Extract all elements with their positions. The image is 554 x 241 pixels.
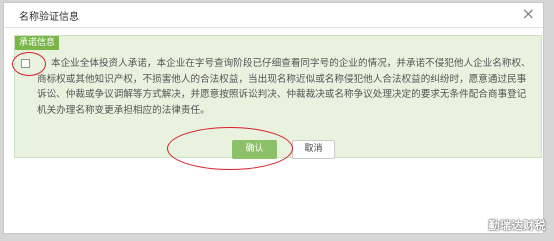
close-icon[interactable]: ×	[522, 5, 535, 23]
commitment-text: 本企业全体投资人承诺，本企业在字号查询阶段已仔细查看同字号的企业的情况，并承诺不…	[37, 58, 531, 116]
confirm-button[interactable]: 确认	[232, 140, 277, 159]
cancel-button[interactable]: 取消	[292, 140, 335, 159]
watermark-logo-icon	[472, 218, 486, 231]
dialog-title: 名称验证信息	[19, 12, 79, 23]
notice-tag: 承诺信息	[15, 36, 60, 50]
name-verification-dialog: 名称验证信息 × 承诺信息 本企业全体投资人承诺，本企业在字号查询阶段已仔细查看…	[3, 2, 544, 234]
commitment-checkbox[interactable]	[21, 59, 30, 68]
dialog-header: 名称验证信息 ×	[4, 3, 543, 28]
commitment-notice: 承诺信息 本企业全体投资人承诺，本企业在字号查询阶段已仔细查看同字号的企业的情况…	[14, 35, 542, 158]
watermark-text: 勤瑞达财税	[488, 219, 546, 232]
watermark: 勤瑞达财税	[472, 217, 547, 233]
